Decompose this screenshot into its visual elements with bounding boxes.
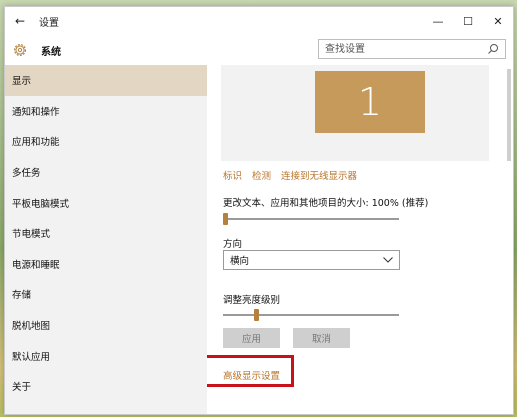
search-icon[interactable] [487, 43, 499, 55]
scale-slider-track[interactable] [223, 218, 399, 220]
sidebar-item-multitasking[interactable]: 多任务 [5, 157, 207, 188]
apply-button[interactable]: 应用 [223, 328, 280, 348]
sidebar: 显示 通知和操作 应用和功能 多任务 平板电脑模式 节电模式 电源和睡眠 存储 … [5, 65, 207, 414]
search-input[interactable] [319, 40, 485, 58]
sidebar-item-default-apps[interactable]: 默认应用 [5, 340, 207, 371]
sidebar-item-power-sleep[interactable]: 电源和睡眠 [5, 249, 207, 280]
chevron-down-icon [383, 257, 393, 263]
gear-icon [14, 44, 26, 56]
wireless-display-link[interactable]: 连接到无线显示器 [281, 168, 357, 182]
brightness-slider-thumb[interactable] [253, 309, 259, 321]
section-title: 系统 [41, 47, 61, 58]
settings-header: 系统 [5, 35, 513, 65]
sidebar-item-about[interactable]: 关于 [5, 371, 207, 402]
settings-window: ← 设置 — ☐ ✕ 系统 显示 通知和操作 应用和功能 多任务 平板电脑模式 … [4, 6, 514, 415]
display-settings-panel: 1 标识 检测 连接到无线显示器 更改文本、应用和其他项目的大小: 100% (… [207, 65, 513, 414]
back-arrow-icon[interactable]: ← [5, 14, 35, 28]
window-title: 设置 [39, 17, 59, 29]
title-bar: ← 设置 — ☐ ✕ [5, 7, 513, 35]
sidebar-item-notifications[interactable]: 通知和操作 [5, 96, 207, 127]
search-box[interactable] [318, 39, 506, 59]
brightness-label: 调整亮度级别 [223, 295, 281, 306]
brightness-slider-track[interactable] [223, 314, 399, 316]
maximize-button[interactable]: ☐ [453, 7, 483, 35]
window-controls: — ☐ ✕ [423, 7, 513, 35]
identify-link[interactable]: 标识 [223, 168, 242, 182]
sidebar-item-apps[interactable]: 应用和功能 [5, 126, 207, 157]
cancel-button[interactable]: 取消 [293, 328, 350, 348]
sidebar-item-display[interactable]: 显示 [5, 65, 207, 96]
sidebar-item-battery-saver[interactable]: 节电模式 [5, 218, 207, 249]
detect-link[interactable]: 检测 [252, 168, 271, 182]
sidebar-item-tablet-mode[interactable]: 平板电脑模式 [5, 187, 207, 218]
monitor-arrangement-area: 1 [221, 65, 489, 161]
minimize-button[interactable]: — [423, 7, 453, 35]
orientation-select[interactable]: 横向 [223, 250, 400, 270]
display-links: 标识 检测 连接到无线显示器 [223, 168, 357, 182]
orientation-value: 横向 [230, 256, 250, 267]
advanced-display-settings-link[interactable]: 高级显示设置 [223, 368, 280, 382]
monitor-tile[interactable]: 1 [315, 71, 425, 133]
scrollbar[interactable] [507, 69, 511, 161]
close-button[interactable]: ✕ [483, 7, 513, 35]
scale-label: 更改文本、应用和其他项目的大小: 100% (推荐) [223, 198, 429, 209]
scale-slider-thumb[interactable] [223, 213, 228, 225]
orientation-label: 方向 [223, 239, 243, 250]
sidebar-item-storage[interactable]: 存储 [5, 279, 207, 310]
sidebar-item-offline-maps[interactable]: 脱机地图 [5, 310, 207, 341]
